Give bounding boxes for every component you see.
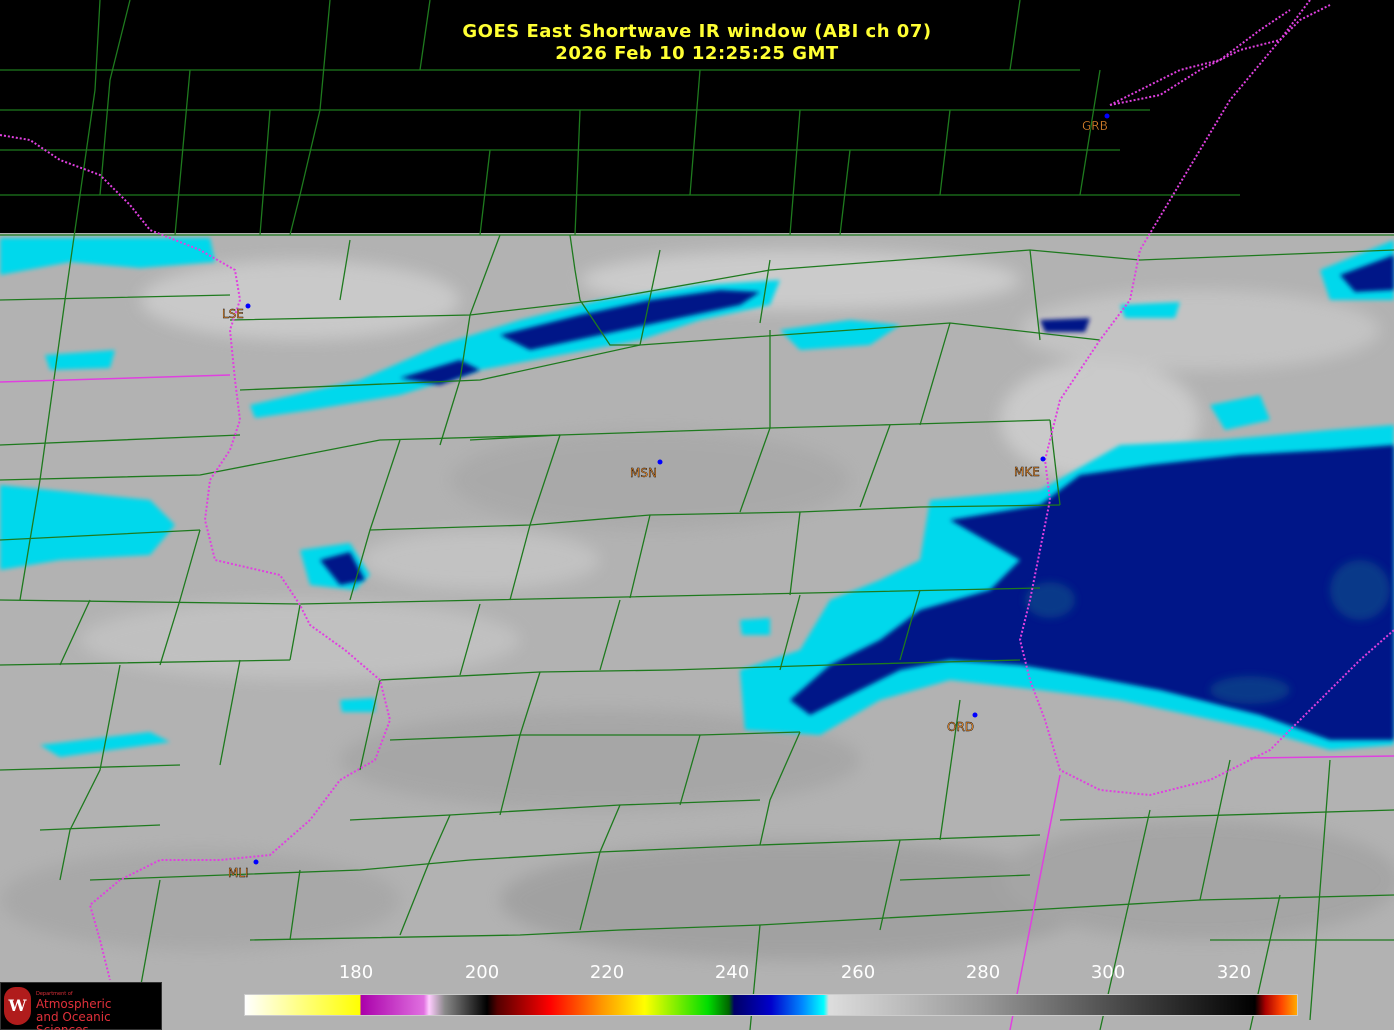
logo-line1: Atmospheric: [36, 997, 112, 1011]
logo-line2: and Oceanic Sciences: [36, 1010, 111, 1030]
image-timestamp: 2026 Feb 10 12:25:25 GMT: [555, 43, 839, 64]
uw-crest-icon: W: [4, 987, 31, 1025]
aos-logo: W Department of Atmospheric and Oceanic …: [0, 982, 162, 1030]
station-label-mli: MLI: [228, 866, 249, 880]
colorbar-tick: 280: [965, 962, 1001, 983]
colorbar-tick: 300: [1090, 962, 1126, 983]
colorbar: [244, 994, 1298, 1016]
colorbar-tick: 220: [589, 962, 625, 983]
colorbar-tick: 200: [464, 962, 500, 983]
station-label-lse: LSE: [222, 307, 244, 321]
colorbar-tick: 260: [840, 962, 876, 983]
station-label-mke: MKE: [1014, 465, 1040, 479]
image-title: GOES East Shortwave IR window (ABI ch 07…: [462, 21, 932, 42]
colorbar-tick: 180: [338, 962, 374, 983]
station-label-grb: GRB: [1082, 119, 1108, 133]
colorbar-tick: 240: [714, 962, 750, 983]
colorbar-tick: 320: [1216, 962, 1252, 983]
station-label-ord: ORD: [947, 720, 974, 734]
satellite-image: GRB LSE MSN MKE ORD MLI GOES East Shortw…: [0, 0, 1394, 1030]
ir-imagery: [0, 233, 1394, 1030]
map-canvas: GRB LSE MSN MKE ORD MLI: [0, 0, 1394, 1030]
logo-name: Atmospheric and Oceanic Sciences: [36, 998, 161, 1030]
station-label-msn: MSN: [630, 466, 657, 480]
